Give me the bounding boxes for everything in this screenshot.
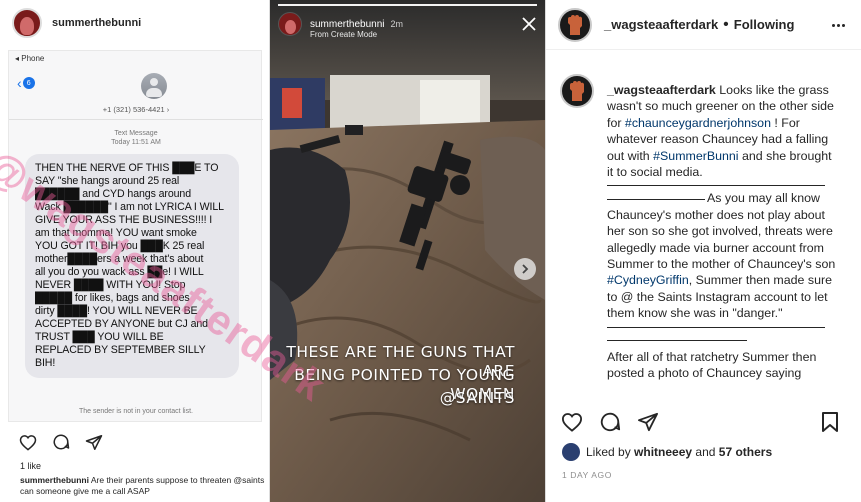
message-line: TRUST ███ YOU WILL BE xyxy=(35,331,164,343)
chevron-right-icon xyxy=(522,264,529,274)
message-line: SAY "she hangs around 25 real xyxy=(35,175,180,187)
message-time: Today 11:51 AM xyxy=(111,139,161,146)
more-options-icon[interactable] xyxy=(832,18,848,32)
share-icon[interactable] xyxy=(636,410,660,434)
unread-badge: 6 xyxy=(22,77,35,89)
story-photo xyxy=(270,0,545,502)
post-username[interactable]: summerthebunni xyxy=(52,17,141,29)
avatar[interactable] xyxy=(560,74,594,108)
message-line: YOU GOT IT! BIH you ███K 25 real xyxy=(35,240,205,252)
raised-fist-icon xyxy=(568,14,582,35)
sms-screenshot: ◂ Phone ‹ 6 +1 (321) 536-4421 › Text Mes… xyxy=(8,50,263,422)
caption-text: _wagsteaafterdark Looks like the grass w… xyxy=(607,82,839,382)
story-progress-bar xyxy=(278,4,537,6)
caption-part: As you may all know Chauncey's mother do… xyxy=(607,191,836,272)
story-text-line: @SAINTS xyxy=(439,389,515,407)
raised-fist-icon xyxy=(570,81,584,101)
left-post-panel: summerthebunni ◂ Phone ‹ 6 +1 (321) 536-… xyxy=(0,0,270,502)
right-post-panel: _wagsteaafterdark • Following _wagsteaaf… xyxy=(545,0,861,502)
liker-username[interactable]: whitneeey xyxy=(634,445,692,459)
divider xyxy=(9,119,263,120)
comment-icon[interactable] xyxy=(598,410,622,434)
sms-back-button: ‹ 6 xyxy=(17,73,37,93)
separator: • xyxy=(723,15,729,33)
right-post-header: _wagsteaafterdark • Following xyxy=(546,0,861,50)
liked-by-prefix: Liked by xyxy=(586,445,631,459)
like-count[interactable]: 1 like xyxy=(20,461,41,471)
avatar[interactable] xyxy=(278,12,302,36)
message-line: Wack ██████" I am not LYRICA I WILL xyxy=(35,201,224,213)
right-post-actions xyxy=(560,410,850,434)
sms-status-label: Phone xyxy=(21,54,45,63)
message-line: REPLACED BY SEPTEMBER SILLY xyxy=(35,344,206,356)
avatar[interactable] xyxy=(12,8,42,38)
message-line: BIH! xyxy=(35,357,56,369)
story-time: 2m xyxy=(390,19,403,29)
post-caption-area: _wagsteaafterdark Looks like the grass w… xyxy=(546,62,861,400)
liker-avatar[interactable] xyxy=(562,443,580,461)
chevron-left-icon: ‹ xyxy=(17,75,22,91)
liked-by: Liked by whitneeey and 57 others xyxy=(562,443,772,461)
message-line: NEVER ████ WITH YOU! Stop xyxy=(35,279,186,291)
story-panel: summerthebunni 2m From Create Mode THESE… xyxy=(270,0,545,502)
comment-icon[interactable] xyxy=(51,432,71,452)
share-icon[interactable] xyxy=(84,432,104,452)
caption-part: After all of that ratchetry Summer then … xyxy=(607,349,817,381)
sender-note: The sender is not in your contact list. xyxy=(79,408,193,415)
close-icon[interactable] xyxy=(521,16,537,32)
message-line: am that momma! YOU want smoke xyxy=(35,227,197,239)
message-line: THEN THE NERVE OF THIS ███E TO xyxy=(35,162,219,174)
caption-username[interactable]: summerthebunni xyxy=(20,475,89,485)
message-line: ACCEPTED BY ANYONE but CJ and xyxy=(35,318,208,330)
hashtag-link[interactable]: #SummerBunni xyxy=(653,149,738,163)
story-username[interactable]: summerthebunni xyxy=(310,19,384,30)
left-post-header: summerthebunni xyxy=(0,0,269,46)
post-caption: summerthebunni Are their parents suppose… xyxy=(20,475,265,497)
sms-status-bar: ◂ Phone xyxy=(15,54,45,63)
message-line: mother████ers a week that's about xyxy=(35,253,204,265)
story-subtitle: From Create Mode xyxy=(310,30,378,39)
bookmark-icon[interactable] xyxy=(818,410,842,434)
next-arrow-button[interactable] xyxy=(514,258,536,280)
contact-avatar-icon xyxy=(141,73,167,99)
divider xyxy=(607,198,705,200)
divider xyxy=(607,326,825,328)
account-name[interactable]: _wagsteaafterdark xyxy=(604,17,718,32)
heart-icon[interactable] xyxy=(560,410,584,434)
message-line: ██████ and CYD hangs around xyxy=(35,188,191,200)
post-timestamp: 1 DAY AGO xyxy=(562,470,612,480)
message-line: dirty ████! YOU WILL NEVER BE xyxy=(35,305,198,317)
message-line: all you do you wack ass ██e! I WILL xyxy=(35,266,204,278)
divider xyxy=(607,339,747,341)
message-line: █████ for likes, bags and shoes xyxy=(35,292,190,304)
phone-number: +1 (321) 536-4421 › xyxy=(102,105,170,114)
left-post-actions xyxy=(18,432,104,452)
divider xyxy=(607,185,825,187)
hashtag-link[interactable]: #chaunceygardnerjohnson xyxy=(625,116,771,130)
avatar[interactable] xyxy=(558,7,592,42)
message-type: Text Message xyxy=(114,130,158,137)
hashtag-link[interactable]: #CydneyGriffin xyxy=(607,273,689,287)
message-line: GIVE YOUR ASS THE BUSINESS!!!! I xyxy=(35,214,213,226)
caption-username[interactable]: _wagsteaafterdark xyxy=(607,83,716,97)
liked-by-and: and xyxy=(695,445,716,459)
message-bubble: THEN THE NERVE OF THIS ███E TO SAY "she h… xyxy=(25,154,239,378)
others-count[interactable]: 57 others xyxy=(719,445,772,459)
following-button[interactable]: Following xyxy=(734,17,795,32)
heart-icon[interactable] xyxy=(18,432,38,452)
